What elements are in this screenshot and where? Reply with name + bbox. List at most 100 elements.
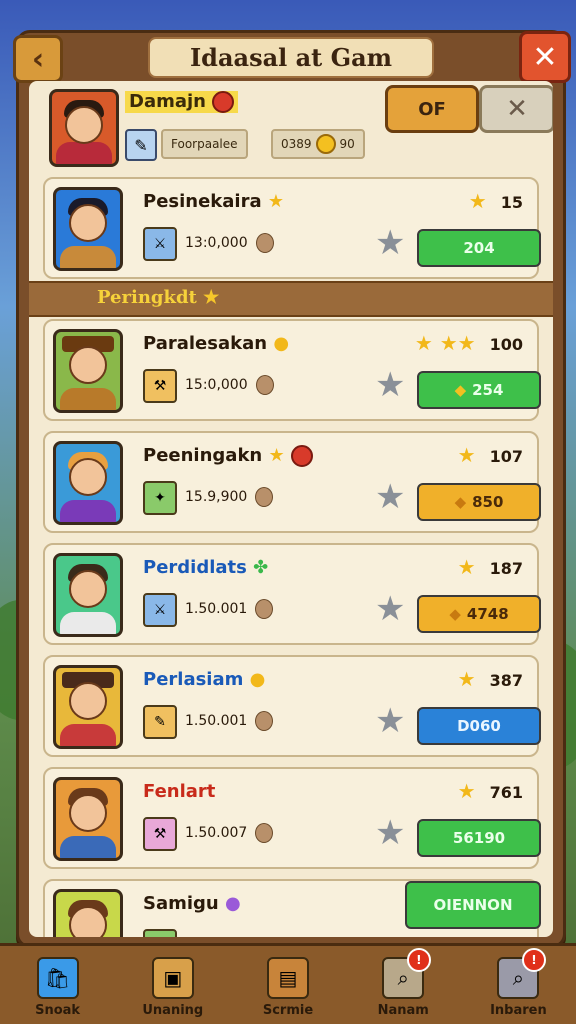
gift-icon: ◆ <box>454 493 467 511</box>
nav-label: Inbaren <box>490 1003 547 1018</box>
star-icon: ★ <box>268 445 285 466</box>
row-name: Perlasiam ● <box>143 669 266 690</box>
leaderboard-row[interactable]: Samigu ● ✎ OIENNON <box>43 879 541 937</box>
close-icon: ✕ <box>532 39 558 75</box>
row-name: Fenlart <box>143 781 216 802</box>
star-icon: ★ <box>457 555 476 579</box>
row-score: 15.9,900 <box>185 487 274 507</box>
favorite-star-icon[interactable]: ★ <box>375 701 405 741</box>
row-action-button[interactable]: ◆ 850 <box>417 483 541 521</box>
star-icon: ★ <box>267 191 285 212</box>
favorite-star-icon[interactable]: ★ <box>375 589 405 629</box>
leaderboard-row[interactable]: Perlasiam ● ✎ 1.50.001 ★ ★ 387 D060 <box>43 655 541 757</box>
bag-icon: ▣ <box>151 957 194 999</box>
row-action-button[interactable]: OIENNON <box>405 881 541 929</box>
nav-label: Nanam <box>377 1003 429 1018</box>
star-icon: ★ <box>457 443 476 467</box>
avatar <box>53 889 123 937</box>
row-action-button[interactable]: ◆ 4748 <box>417 595 541 633</box>
item-icon: ✎ <box>143 929 177 937</box>
item-icon: ⚔ <box>143 593 177 627</box>
shop-icon: 🛍 <box>36 957 79 999</box>
egg-icon <box>255 487 274 507</box>
egg-icon <box>255 375 274 395</box>
row-rating: ★ ★★ 100 <box>414 331 523 355</box>
nav-item-search[interactable]: ⌕ Nanam ! <box>346 946 461 1024</box>
player-coins: 0389 90 <box>271 129 365 159</box>
row-action-button[interactable]: D060 <box>417 707 541 745</box>
egg-icon <box>255 599 274 619</box>
favorite-star-icon[interactable]: ★ <box>375 813 405 853</box>
nav-item-inventory[interactable]: ▣ Unaning <box>115 946 230 1024</box>
row-score: 1.50.001 <box>185 711 274 731</box>
egg-icon <box>255 711 274 731</box>
leaderboard-panel: ‹ Idaasal at Gam ✕ Damajn ✎ Foorpaalee 0… <box>13 30 571 948</box>
pencil-icon[interactable]: ✎ <box>125 129 157 161</box>
back-button[interactable]: ‹ <box>13 35 63 83</box>
notification-badge: ! <box>522 948 547 972</box>
of-button[interactable]: OF <box>385 85 479 133</box>
close-icon: ✕ <box>506 94 528 124</box>
avatar <box>53 777 123 861</box>
notification-badge: ! <box>406 948 431 972</box>
book-icon: ▤ <box>267 957 309 999</box>
egg-icon <box>255 233 274 253</box>
bottom-nav: 🛍 Snoak ▣ Unaning ▤ Scrmie ⌕ Nanam ! ⌕ I… <box>0 943 576 1024</box>
gift-icon: ◆ <box>449 605 461 623</box>
heart-icon <box>211 91 234 113</box>
leaderboard-row[interactable]: Peeningakn ★ ✦ 15.9,900 ★ ★ 107 ◆ 850 <box>43 431 541 533</box>
row-name: Peeningakn ★ <box>143 445 313 467</box>
favorite-star-icon[interactable]: ★ <box>375 223 405 263</box>
nav-item-book[interactable]: ▤ Scrmie <box>230 946 345 1024</box>
player-tag: Foorpaalee <box>161 129 248 159</box>
row-name: Perdidlats ✤ <box>143 557 269 578</box>
favorite-star-icon[interactable]: ★ <box>375 477 405 517</box>
star-icon: ★ <box>468 189 487 213</box>
item-icon: ⚒ <box>143 369 177 403</box>
leaderboard-row[interactable]: Pesinekaira ★ ⚔ 13:0,000 ★ ★ 15 204 <box>43 177 541 279</box>
row-action-button[interactable]: 204 <box>417 229 541 267</box>
row-rating: ★ 187 <box>457 555 523 579</box>
player-header: Damajn ✎ Foorpaalee 0389 90 OF ✕ <box>43 85 553 167</box>
row-score: 13:0,000 <box>185 233 274 253</box>
avatar <box>53 329 123 413</box>
star-icon: ★ <box>203 287 220 308</box>
bag-icon: ● <box>273 333 290 354</box>
row-name: Paralesakan ● <box>143 333 290 354</box>
avatar <box>53 665 123 749</box>
leaderboard-row[interactable]: Paralesakan ● ⚒ 15:0,000 ★ ★ ★★ 100 ◆ 254 <box>43 319 541 421</box>
nav-item-explore[interactable]: ⌕ Inbaren ! <box>461 946 576 1024</box>
close-button[interactable]: ✕ <box>519 31 571 83</box>
back-arrow-icon: ‹ <box>31 41 45 77</box>
star-icon: ★ ★★ <box>414 331 476 355</box>
row-score: 1.50.001 <box>185 599 274 619</box>
nav-label: Snoak <box>35 1003 81 1018</box>
leaderboard-row[interactable]: Perdidlats ✤ ⚔ 1.50.001 ★ ★ 187 ◆ 4748 <box>43 543 541 645</box>
gem-icon: ● <box>225 893 241 914</box>
row-rating: ★ 387 <box>457 667 523 691</box>
nav-label: Scrmie <box>262 1003 314 1018</box>
row-action-button[interactable]: ◆ 254 <box>417 371 541 409</box>
favorite-star-icon[interactable]: ★ <box>375 365 405 405</box>
row-score: 1.50.007 <box>185 823 274 843</box>
bag-icon: ● <box>249 669 266 690</box>
row-score: 15:0,000 <box>185 375 274 395</box>
avatar <box>53 553 123 637</box>
star-icon: ★ <box>457 779 476 803</box>
title-bar: ‹ Idaasal at Gam ✕ <box>13 31 571 83</box>
item-icon: ⚒ <box>143 817 177 851</box>
nav-item-shop[interactable]: 🛍 Snoak <box>0 946 115 1024</box>
row-rating: ★ 107 <box>457 443 523 467</box>
panel-content: Damajn ✎ Foorpaalee 0389 90 OF ✕ Pesineka… <box>29 81 553 937</box>
row-rating: ★ 761 <box>457 779 523 803</box>
star-icon: ★ <box>457 667 476 691</box>
item-icon: ✦ <box>143 481 177 515</box>
avatar <box>53 187 123 271</box>
section-title: Peringkdt ★ <box>97 287 220 308</box>
player-avatar[interactable] <box>49 89 119 167</box>
sword-icon: ⚔ <box>143 227 177 261</box>
row-action-button[interactable]: 56190 <box>417 819 541 857</box>
dismiss-button[interactable]: ✕ <box>479 85 553 133</box>
row-name: Samigu ● <box>143 893 241 914</box>
leaderboard-row[interactable]: Fenlart ⚒ 1.50.007 ★ ★ 761 56190 <box>43 767 541 869</box>
